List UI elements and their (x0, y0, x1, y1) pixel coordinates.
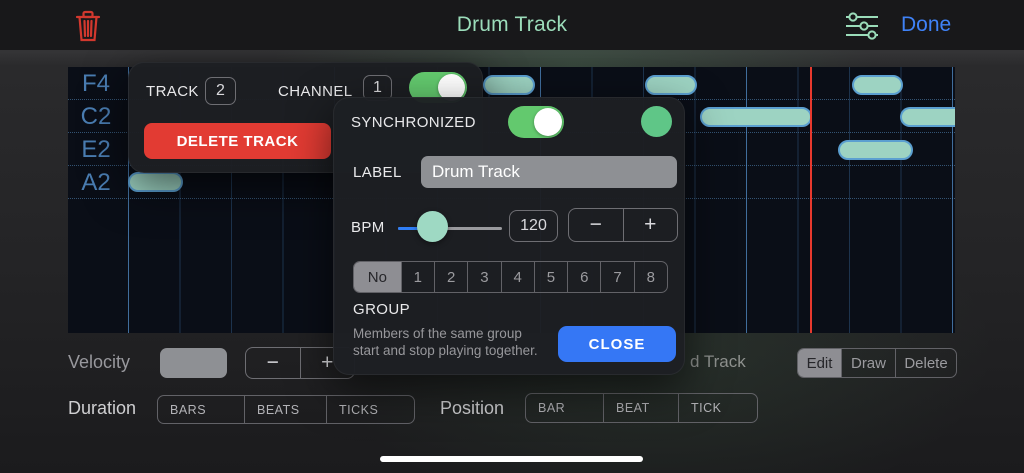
duration-fields: BARS BEATS TICKS (157, 395, 415, 424)
velocity-label: Velocity (68, 352, 130, 373)
note-pill[interactable] (838, 140, 913, 160)
home-indicator[interactable] (380, 456, 643, 462)
note-pill[interactable] (900, 107, 955, 127)
group-option-4[interactable]: 4 (501, 262, 534, 292)
duration-bars-field[interactable]: BARS (158, 396, 244, 423)
bpm-slider-track[interactable] (398, 227, 502, 230)
mode-option-edit[interactable]: Edit (798, 349, 841, 377)
position-beat-field[interactable]: BEAT (603, 394, 678, 422)
duration-beats-field[interactable]: BEATS (244, 396, 326, 423)
bpm-minus-button[interactable]: − (569, 209, 623, 241)
group-option-2[interactable]: 2 (434, 262, 467, 292)
track-label: TRACK (146, 83, 199, 100)
group-description: Members of the same group start and stop… (353, 325, 538, 359)
bpm-label: BPM (351, 219, 385, 236)
done-button[interactable]: Done (901, 13, 951, 37)
duration-label: Duration (68, 398, 136, 419)
velocity-minus-button[interactable]: − (246, 348, 300, 378)
group-label: GROUP (353, 301, 410, 318)
track-value-field[interactable]: 2 (205, 77, 236, 105)
pitch-label-a2: A2 (68, 166, 124, 199)
delete-track-button[interactable]: DELETE TRACK (144, 123, 331, 159)
track-label-input[interactable] (421, 156, 677, 188)
group-option-1[interactable]: 1 (401, 262, 434, 292)
track-color-dot[interactable] (641, 106, 672, 137)
group-option-7[interactable]: 7 (600, 262, 633, 292)
synchronized-toggle[interactable] (508, 106, 564, 138)
note-pill[interactable] (483, 75, 535, 95)
group-option-8[interactable]: 8 (634, 262, 667, 292)
settings-popover: SYNCHRONIZED LABEL BPM 120 − + No 1 2 3 … (333, 97, 685, 375)
toggle-knob (534, 108, 562, 136)
sliders-icon (844, 10, 880, 42)
app-screen: F4 C2 E2 A2 Drum Track (0, 0, 1024, 473)
mode-option-draw[interactable]: Draw (841, 349, 895, 377)
bpm-slider-knob[interactable] (417, 211, 448, 242)
pitch-label-e2: E2 (68, 133, 124, 166)
label-label: LABEL (353, 164, 402, 181)
note-pill[interactable] (700, 107, 812, 127)
group-option-3[interactable]: 3 (467, 262, 500, 292)
group-option-no[interactable]: No (354, 262, 401, 292)
group-segmented-control: No 1 2 3 4 5 6 7 8 (353, 261, 668, 293)
nav-bar: Drum Track Done (0, 0, 1024, 50)
position-bar-field[interactable]: BAR (526, 394, 603, 422)
duration-ticks-field[interactable]: TICKS (326, 396, 414, 423)
position-tick-field[interactable]: TICK (678, 394, 757, 422)
position-label: Position (440, 398, 504, 419)
note-pill[interactable] (645, 75, 697, 95)
bpm-stepper: − + (568, 208, 678, 242)
position-fields: BAR BEAT TICK (525, 393, 758, 423)
mode-option-delete[interactable]: Delete (895, 349, 956, 377)
pitch-label-c2: C2 (68, 100, 124, 133)
group-option-6[interactable]: 6 (567, 262, 600, 292)
mode-segmented-control: Edit Draw Delete (797, 348, 957, 378)
add-track-button-partial[interactable]: d Track (690, 352, 746, 372)
pitch-label-f4: F4 (68, 67, 124, 100)
velocity-value-field[interactable] (160, 348, 227, 378)
playhead[interactable] (810, 67, 812, 333)
channel-label: CHANNEL (278, 83, 352, 100)
synchronized-label: SYNCHRONIZED (351, 114, 476, 131)
group-option-5[interactable]: 5 (534, 262, 567, 292)
bpm-plus-button[interactable]: + (623, 209, 678, 241)
track-settings-button[interactable] (844, 10, 880, 42)
close-button[interactable]: CLOSE (558, 326, 676, 362)
note-pill[interactable] (852, 75, 903, 95)
bpm-value-field[interactable]: 120 (509, 210, 558, 242)
note-pill[interactable] (128, 172, 183, 192)
